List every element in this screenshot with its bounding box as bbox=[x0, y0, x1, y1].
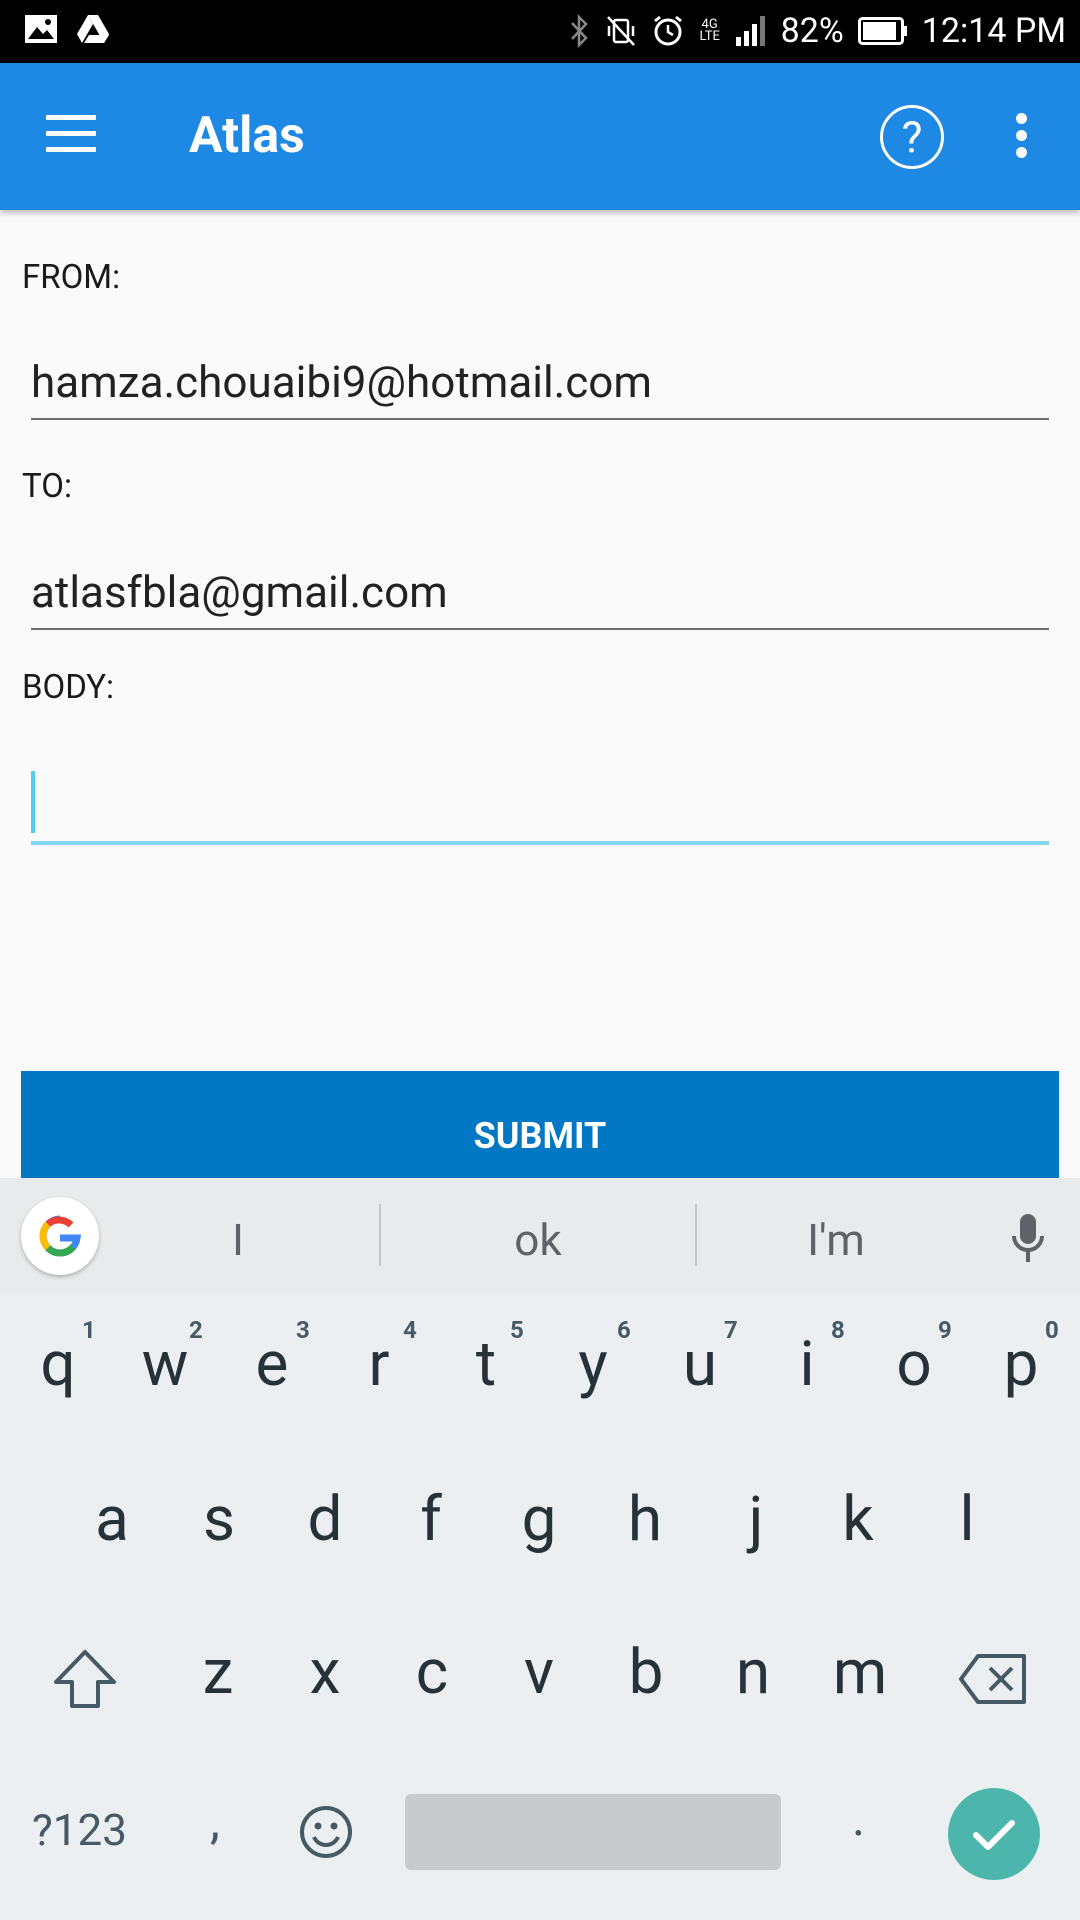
key-k[interactable]: k bbox=[818, 1483, 898, 1556]
key-hint: 4 bbox=[403, 1316, 417, 1344]
signal-icon bbox=[735, 16, 765, 46]
to-field[interactable]: atlasfbla@gmail.com bbox=[31, 550, 1049, 630]
more-options-icon[interactable] bbox=[1010, 113, 1034, 159]
help-icon[interactable]: ? bbox=[880, 105, 944, 169]
key-s[interactable]: s bbox=[179, 1483, 259, 1556]
drive-notification-icon bbox=[77, 15, 109, 43]
key-f[interactable]: f bbox=[391, 1483, 471, 1556]
alarm-icon bbox=[653, 15, 682, 46]
microphone-icon[interactable] bbox=[1010, 1212, 1046, 1264]
vibrate-off-icon bbox=[606, 16, 635, 46]
key-j[interactable]: j bbox=[716, 1483, 796, 1556]
key-hint: 0 bbox=[1045, 1316, 1059, 1344]
menu-icon[interactable] bbox=[46, 115, 98, 155]
from-field-value: hamza.chouaibi9@hotmail.com bbox=[31, 356, 652, 408]
symbols-key[interactable]: ?123 bbox=[32, 1804, 127, 1856]
shift-icon[interactable] bbox=[52, 1648, 118, 1710]
checkmark-icon bbox=[973, 1820, 1015, 1850]
key-hint: 6 bbox=[617, 1316, 631, 1344]
key-c[interactable]: c bbox=[392, 1636, 472, 1709]
key-hint: 8 bbox=[831, 1316, 845, 1344]
app-title: Atlas bbox=[189, 107, 305, 165]
space-key[interactable] bbox=[405, 1794, 781, 1870]
key-hint: 3 bbox=[296, 1316, 310, 1344]
emoji-icon[interactable] bbox=[298, 1804, 354, 1860]
from-label: FROM: bbox=[22, 258, 121, 297]
enter-key[interactable] bbox=[948, 1788, 1040, 1880]
key-v[interactable]: v bbox=[499, 1636, 579, 1709]
battery-icon bbox=[857, 17, 907, 45]
to-label: TO: bbox=[22, 467, 72, 506]
key-hint: 2 bbox=[189, 1316, 203, 1344]
bluetooth-icon bbox=[570, 14, 588, 48]
suggestion-bar: I ok I'm bbox=[0, 1178, 1080, 1294]
network-type-label: 4G LTE bbox=[699, 17, 720, 44]
suggestion-3[interactable]: I'm bbox=[736, 1214, 936, 1266]
key-hint: 1 bbox=[82, 1316, 96, 1344]
from-field[interactable]: hamza.chouaibi9@hotmail.com bbox=[31, 340, 1049, 420]
battery-percent: 82% bbox=[780, 11, 844, 51]
key-hint: 9 bbox=[938, 1316, 952, 1344]
key-hint: 5 bbox=[510, 1316, 524, 1344]
key-n[interactable]: n bbox=[713, 1636, 793, 1709]
soft-keyboard: I ok I'm q w e r t y u i o p 1 2 3 4 5 6… bbox=[0, 1178, 1080, 1920]
suggestion-1[interactable]: I bbox=[138, 1214, 338, 1266]
key-g[interactable]: g bbox=[499, 1483, 579, 1556]
body-label: BODY: bbox=[22, 668, 115, 707]
body-field[interactable] bbox=[31, 750, 1049, 845]
status-bar: 4G LTE 82% 12:14 PM bbox=[0, 0, 1080, 63]
key-a[interactable]: a bbox=[72, 1483, 152, 1556]
key-z[interactable]: z bbox=[178, 1636, 258, 1709]
text-cursor bbox=[31, 771, 35, 833]
suggestion-2[interactable]: ok bbox=[438, 1214, 638, 1266]
suggestion-divider bbox=[379, 1204, 381, 1266]
key-l[interactable]: l bbox=[927, 1483, 1007, 1556]
comma-key[interactable]: , bbox=[210, 1793, 220, 1851]
key-hint: 7 bbox=[724, 1316, 738, 1344]
to-field-value: atlasfbla@gmail.com bbox=[31, 566, 448, 618]
app-bar: Atlas ? bbox=[0, 63, 1080, 210]
key-b[interactable]: b bbox=[606, 1636, 686, 1709]
backspace-icon[interactable] bbox=[958, 1653, 1028, 1705]
key-m[interactable]: m bbox=[820, 1636, 900, 1709]
key-x[interactable]: x bbox=[285, 1636, 365, 1709]
clock: 12:14 PM bbox=[921, 11, 1066, 51]
suggestion-divider bbox=[695, 1204, 697, 1266]
key-d[interactable]: d bbox=[285, 1483, 365, 1556]
submit-button[interactable]: SUBMIT bbox=[21, 1071, 1059, 1179]
key-h[interactable]: h bbox=[605, 1483, 685, 1556]
period-key[interactable]: . bbox=[852, 1790, 865, 1848]
google-icon[interactable] bbox=[21, 1197, 99, 1275]
gallery-notification-icon bbox=[25, 15, 57, 43]
